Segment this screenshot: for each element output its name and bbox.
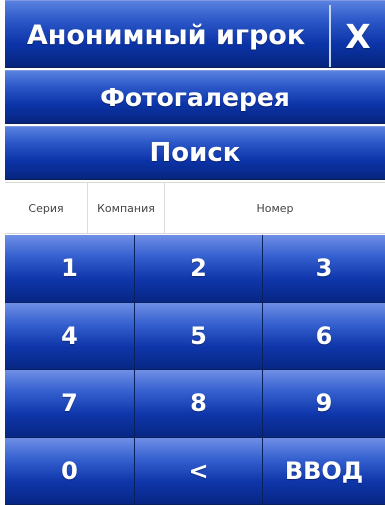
search-button[interactable]: Поиск [5,126,385,180]
key-5[interactable]: 5 [135,302,263,370]
player-id-panel: Анонимный игрок X Фотогалерея Поиск Сери… [5,0,385,505]
number-field[interactable]: Номер [165,183,385,233]
backspace-key[interactable]: < [135,437,263,505]
key-2[interactable]: 2 [135,235,263,303]
key-6[interactable]: 6 [263,302,385,370]
key-3[interactable]: 3 [263,235,385,303]
id-input-row: Серия Компания Номер [5,182,385,234]
company-field[interactable]: Компания [88,183,165,233]
key-9[interactable]: 9 [263,370,385,438]
title-bar: Анонимный игрок X [5,0,385,68]
player-title: Анонимный игрок [26,19,306,51]
key-8[interactable]: 8 [135,370,263,438]
key-4[interactable]: 4 [5,302,135,370]
key-7[interactable]: 7 [5,370,135,438]
series-field[interactable]: Серия [5,183,88,233]
close-button[interactable]: X [329,5,385,67]
key-0[interactable]: 0 [5,437,135,505]
key-1[interactable]: 1 [5,235,135,303]
enter-key[interactable]: ВВОД [263,437,385,505]
photo-gallery-button[interactable]: Фотогалерея [5,70,385,124]
numeric-keypad: 1 2 3 4 5 6 7 8 9 0 < ВВОД [5,235,385,505]
